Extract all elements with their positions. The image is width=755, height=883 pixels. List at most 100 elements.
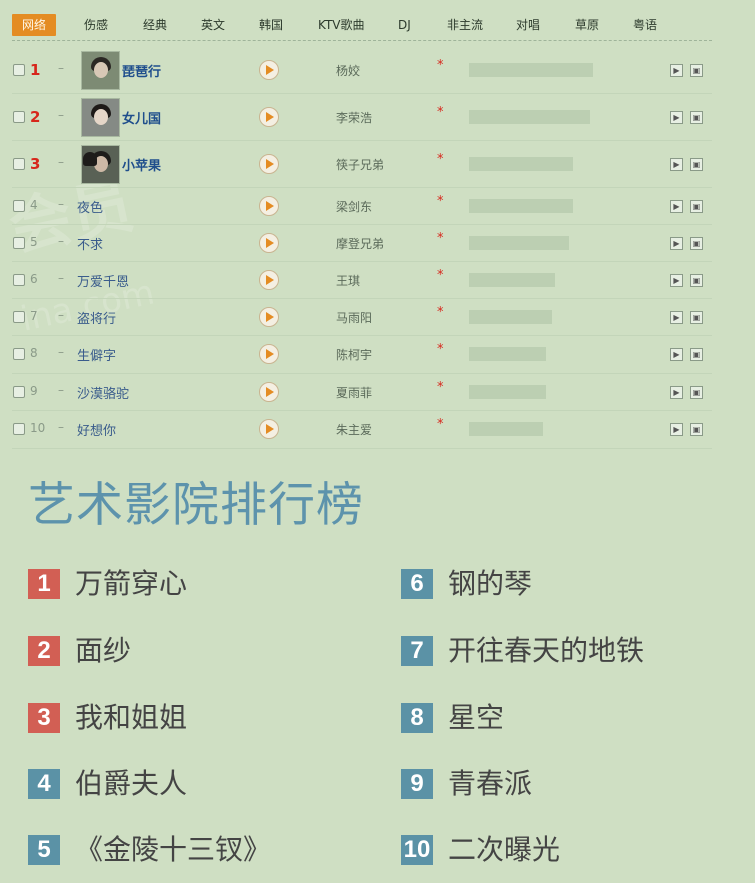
movie-title[interactable]: 伯爵夫人: [75, 767, 187, 801]
add-to-list-icon[interactable]: ▣: [690, 348, 703, 361]
tab-network[interactable]: 网络: [12, 14, 57, 36]
tab-grassland[interactable]: 草原: [575, 14, 599, 36]
add-to-list-icon[interactable]: ▣: [690, 200, 703, 213]
mini-play-icon[interactable]: ▶: [670, 348, 683, 361]
select-checkbox[interactable]: [13, 423, 25, 435]
tab-cantonese[interactable]: 粤语: [633, 14, 657, 36]
singer-name[interactable]: 朱主爱: [336, 421, 372, 438]
tab-ktv[interactable]: KTV歌曲: [318, 14, 364, 36]
singer-name[interactable]: 夏雨菲: [336, 384, 372, 401]
mini-play-icon[interactable]: ▶: [670, 158, 683, 171]
ranking-item[interactable]: 7 开往春天的地铁: [401, 634, 741, 668]
song-title[interactable]: 生僻字: [77, 345, 116, 364]
ranking-item[interactable]: 9 青春派: [401, 767, 741, 801]
add-to-list-icon[interactable]: ▣: [690, 386, 703, 399]
tab-dj[interactable]: DJ: [398, 14, 411, 36]
mini-play-icon[interactable]: ▶: [670, 386, 683, 399]
singer-name[interactable]: 筷子兄弟: [336, 156, 384, 173]
select-checkbox[interactable]: [13, 311, 25, 323]
add-to-list-icon[interactable]: ▣: [690, 274, 703, 287]
play-icon[interactable]: [259, 270, 279, 290]
play-icon[interactable]: [259, 60, 279, 80]
select-checkbox[interactable]: [13, 348, 25, 360]
song-title[interactable]: 盗将行: [77, 308, 116, 327]
song-title[interactable]: 好想你: [77, 420, 116, 439]
play-icon[interactable]: [259, 154, 279, 174]
popularity-bar: [469, 63, 593, 77]
singer-name[interactable]: 杨姣: [336, 62, 360, 79]
mini-play-icon[interactable]: ▶: [670, 274, 683, 287]
rank-number-badge: 9: [401, 769, 433, 799]
select-checkbox[interactable]: [13, 158, 25, 170]
play-icon[interactable]: [259, 419, 279, 439]
add-to-list-icon[interactable]: ▣: [690, 423, 703, 436]
select-checkbox[interactable]: [13, 200, 25, 212]
ranking-item[interactable]: 5 《金陵十三钗》: [28, 833, 358, 867]
tab-classic[interactable]: 经典: [143, 14, 167, 36]
select-checkbox[interactable]: [13, 111, 25, 123]
mini-play-icon[interactable]: ▶: [670, 237, 683, 250]
singer-name[interactable]: 梁剑东: [336, 198, 372, 215]
album-thumbnail[interactable]: [81, 98, 120, 137]
select-checkbox[interactable]: [13, 237, 25, 249]
add-to-list-icon[interactable]: ▣: [690, 311, 703, 324]
movie-title[interactable]: 青春派: [448, 767, 532, 801]
singer-name[interactable]: 陈柯宇: [336, 346, 372, 363]
ranking-item[interactable]: 8 星空: [401, 701, 741, 735]
add-to-list-icon[interactable]: ▣: [690, 64, 703, 77]
add-to-list-icon[interactable]: ▣: [690, 158, 703, 171]
song-rank: 5: [30, 235, 38, 249]
song-title[interactable]: 万爱千恩: [77, 271, 129, 290]
singer-name[interactable]: 马雨阳: [336, 309, 372, 326]
movie-title[interactable]: 万箭穿心: [75, 567, 187, 601]
play-icon[interactable]: [259, 344, 279, 364]
mini-play-icon[interactable]: ▶: [670, 111, 683, 124]
mini-play-icon[interactable]: ▶: [670, 200, 683, 213]
select-checkbox[interactable]: [13, 386, 25, 398]
movie-title[interactable]: 星空: [448, 701, 504, 735]
ranking-item[interactable]: 10 二次曝光: [401, 833, 741, 867]
song-title[interactable]: 女儿国: [122, 108, 161, 127]
mini-play-icon[interactable]: ▶: [670, 64, 683, 77]
movie-title[interactable]: 面纱: [75, 634, 131, 668]
song-title[interactable]: 小苹果: [122, 155, 161, 174]
movie-title[interactable]: 我和姐姐: [75, 701, 187, 735]
play-icon[interactable]: [259, 233, 279, 253]
play-icon[interactable]: [259, 196, 279, 216]
ranking-item[interactable]: 4 伯爵夫人: [28, 767, 358, 801]
ranking-item[interactable]: 2 面纱: [28, 634, 358, 668]
ranking-item[interactable]: 1 万箭穿心: [28, 567, 358, 601]
song-title[interactable]: 琵琶行: [122, 61, 161, 80]
mini-play-icon[interactable]: ▶: [670, 423, 683, 436]
play-icon[interactable]: [259, 107, 279, 127]
ranking-item[interactable]: 3 我和姐姐: [28, 701, 358, 735]
tab-sad[interactable]: 伤感: [84, 14, 108, 36]
add-to-list-icon[interactable]: ▣: [690, 111, 703, 124]
tab-alternative[interactable]: 非主流: [447, 14, 483, 36]
select-checkbox[interactable]: [13, 64, 25, 76]
play-icon[interactable]: [259, 307, 279, 327]
album-thumbnail[interactable]: [81, 145, 120, 184]
rank-number-badge: 1: [28, 569, 60, 599]
movie-title[interactable]: 开往春天的地铁: [448, 634, 644, 668]
album-thumbnail[interactable]: [81, 51, 120, 90]
song-title[interactable]: 沙漠骆驼: [77, 383, 129, 402]
play-icon[interactable]: [259, 382, 279, 402]
movie-title[interactable]: 《金陵十三钗》: [75, 833, 271, 867]
song-title[interactable]: 不求: [77, 234, 103, 253]
mini-play-icon[interactable]: ▶: [670, 311, 683, 324]
tab-english[interactable]: 英文: [201, 14, 225, 36]
add-to-list-icon[interactable]: ▣: [690, 237, 703, 250]
singer-name[interactable]: 王琪: [336, 272, 360, 289]
movie-title[interactable]: 二次曝光: [448, 833, 560, 867]
movie-title[interactable]: 钢的琴: [448, 567, 532, 601]
singer-name[interactable]: 摩登兄弟: [336, 235, 384, 252]
select-checkbox[interactable]: [13, 274, 25, 286]
ranking-item[interactable]: 6 钢的琴: [401, 567, 741, 601]
popularity-bar: [469, 199, 573, 213]
singer-name[interactable]: 李荣浩: [336, 109, 372, 126]
tab-korean[interactable]: 韩国: [259, 14, 283, 36]
popularity-bar: [469, 422, 543, 436]
tab-duet[interactable]: 对唱: [516, 14, 540, 36]
song-title[interactable]: 夜色: [77, 197, 103, 216]
